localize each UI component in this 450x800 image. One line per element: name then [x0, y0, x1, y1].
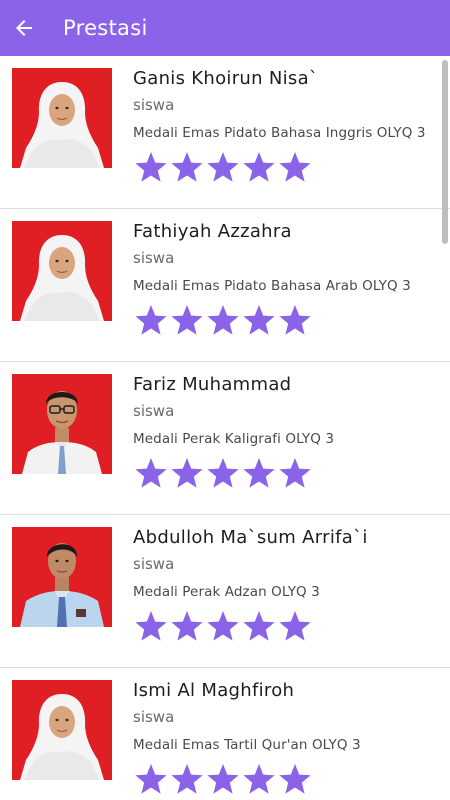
student-role: siswa [133, 708, 175, 726]
student-role: siswa [133, 402, 175, 420]
list-item[interactable]: Fathiyah Azzahra siswa Medali Emas Pidat… [0, 209, 450, 362]
star-icon [277, 303, 313, 337]
student-photo [12, 374, 112, 474]
student-photo [12, 221, 112, 321]
star-icon [169, 762, 205, 796]
star-icon [241, 609, 277, 643]
star-icon [241, 303, 277, 337]
rating-stars [133, 456, 313, 490]
star-icon [169, 303, 205, 337]
star-icon [169, 150, 205, 184]
star-icon [169, 456, 205, 490]
star-icon [133, 609, 169, 643]
star-icon [277, 609, 313, 643]
student-photo [12, 527, 112, 627]
award-text: Medali Emas Tartil Qur'an OLYQ 3 [133, 737, 361, 753]
star-icon [241, 762, 277, 796]
app-bar: Prestasi [0, 0, 450, 56]
student-name: Ismi Al Maghfiroh [133, 680, 295, 701]
star-icon [277, 762, 313, 796]
star-icon [277, 456, 313, 490]
award-text: Medali Emas Pidato Bahasa Arab OLYQ 3 [133, 278, 411, 294]
student-name: Ganis Khoirun Nisa` [133, 68, 319, 89]
list-item[interactable]: Abdulloh Ma`sum Arrifa`i siswa Medali Pe… [0, 515, 450, 668]
rating-stars [133, 609, 313, 643]
star-icon [169, 609, 205, 643]
star-icon [133, 303, 169, 337]
star-icon [133, 456, 169, 490]
list-item[interactable]: Fariz Muhammad siswa Medali Perak Kaligr… [0, 362, 450, 515]
list-item[interactable]: Ismi Al Maghfiroh siswa Medali Emas Tart… [0, 668, 450, 800]
list-item[interactable]: Ganis Khoirun Nisa` siswa Medali Emas Pi… [0, 56, 450, 209]
scrollbar[interactable] [442, 60, 448, 244]
star-icon [205, 762, 241, 796]
star-icon [205, 456, 241, 490]
star-icon [205, 303, 241, 337]
rating-stars [133, 762, 313, 796]
star-icon [205, 150, 241, 184]
achievement-list[interactable]: Ganis Khoirun Nisa` siswa Medali Emas Pi… [0, 56, 450, 800]
star-icon [133, 762, 169, 796]
award-text: Medali Emas Pidato Bahasa Inggris OLYQ 3 [133, 125, 426, 141]
star-icon [205, 609, 241, 643]
page-title: Prestasi [63, 16, 148, 40]
star-icon [133, 150, 169, 184]
back-button[interactable] [4, 8, 44, 48]
award-text: Medali Perak Kaligrafi OLYQ 3 [133, 431, 335, 447]
student-name: Fariz Muhammad [133, 374, 292, 395]
student-photo [12, 68, 112, 168]
student-name: Abdulloh Ma`sum Arrifa`i [133, 527, 368, 548]
rating-stars [133, 303, 313, 337]
star-icon [241, 456, 277, 490]
student-role: siswa [133, 555, 175, 573]
star-icon [241, 150, 277, 184]
rating-stars [133, 150, 313, 184]
student-photo [12, 680, 112, 780]
arrow-left-icon [16, 20, 32, 36]
student-name: Fathiyah Azzahra [133, 221, 292, 242]
star-icon [277, 150, 313, 184]
student-role: siswa [133, 249, 175, 267]
student-role: siswa [133, 96, 175, 114]
award-text: Medali Perak Adzan OLYQ 3 [133, 584, 320, 600]
